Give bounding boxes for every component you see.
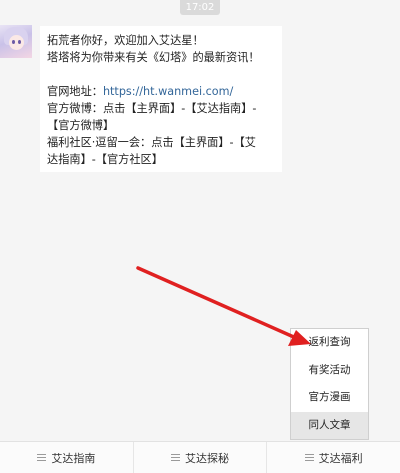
menu-icon	[304, 454, 314, 462]
bottom-tab-label: 艾达指南	[51, 451, 96, 465]
menu-icon	[37, 454, 47, 462]
menu-icon	[171, 454, 180, 462]
bottom-menu-bar: 艾达指南 艾达探秘 艾达福利	[0, 441, 400, 473]
bottom-tab-guide[interactable]: 艾达指南	[0, 442, 134, 473]
annotation-arrow	[136, 266, 311, 346]
bottom-tab-label: 艾达探秘	[185, 451, 229, 465]
bottom-tab-label: 艾达福利	[318, 451, 363, 465]
bottom-tab-welfare[interactable]: 艾达福利	[267, 442, 400, 473]
bottom-tab-explore[interactable]: 艾达探秘	[134, 442, 268, 473]
